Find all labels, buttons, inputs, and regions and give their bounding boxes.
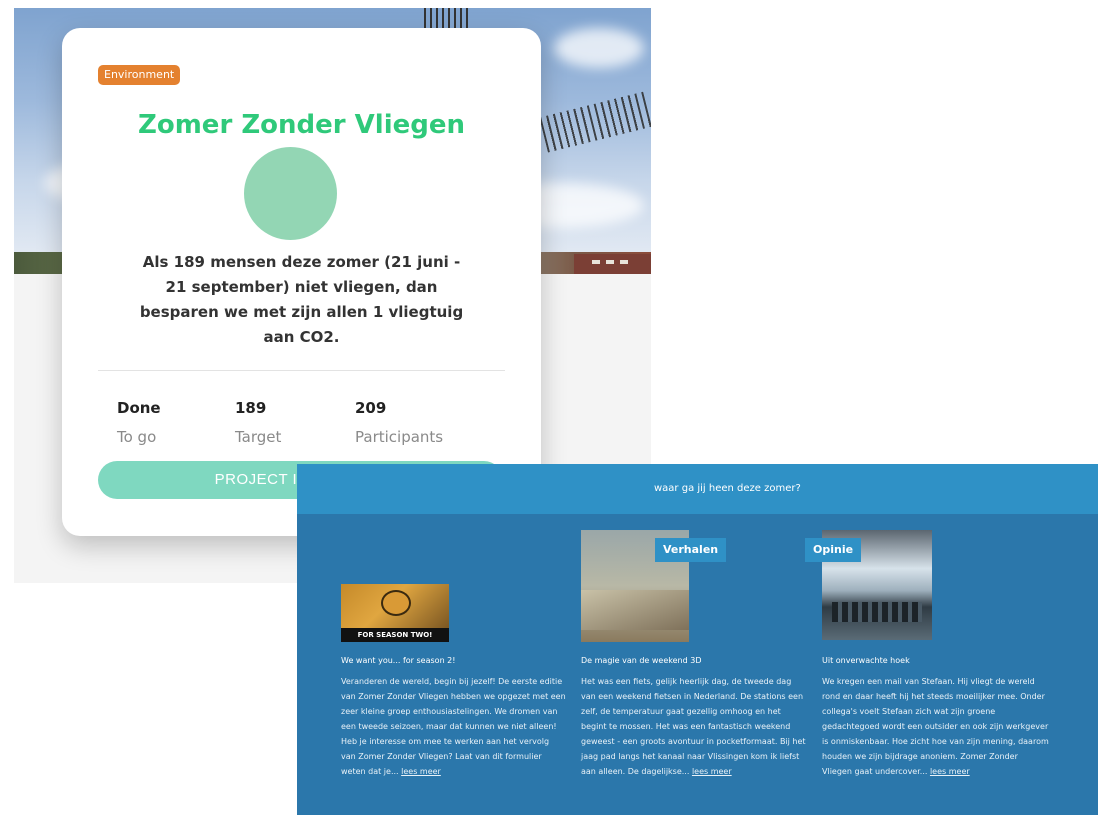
thumbnail-caption: FOR SEASON TWO! bbox=[341, 628, 449, 642]
project-description: Als 189 mensen deze zomer (21 juni - 21 … bbox=[139, 253, 464, 346]
stat-participants: 209 Participants bbox=[355, 398, 443, 447]
post-thumbnail[interactable]: FOR SEASON TWO! bbox=[341, 584, 449, 642]
blog-header-text: waar ga jij heen deze zomer? bbox=[654, 483, 801, 494]
read-more-link[interactable]: lees meer bbox=[692, 767, 732, 776]
card-divider bbox=[98, 370, 505, 371]
project-avatar bbox=[244, 147, 337, 240]
read-more-link[interactable]: lees meer bbox=[401, 767, 441, 776]
stat-label: Target bbox=[235, 428, 282, 446]
stat-value: 189 bbox=[235, 399, 267, 417]
windmill-icon bbox=[424, 8, 472, 28]
category-tag[interactable]: Environment bbox=[98, 65, 181, 85]
post-title[interactable]: Uit onverwachte hoek bbox=[822, 656, 910, 665]
category-label-opinie[interactable]: Opinie bbox=[805, 538, 862, 562]
project-card: Environment Zomer Zonder Vliegen Als 189… bbox=[62, 28, 541, 536]
blog-header-bar: waar ga jij heen deze zomer? bbox=[297, 464, 1098, 514]
stat-value: Done bbox=[117, 399, 161, 417]
cockpit-icon bbox=[832, 602, 922, 622]
stat-target: 189 Target bbox=[235, 398, 281, 447]
landscape-icon bbox=[581, 590, 689, 630]
cat-face-icon bbox=[381, 590, 411, 616]
stat-value: 209 bbox=[355, 399, 387, 417]
post-title[interactable]: We want you... for season 2! bbox=[341, 656, 455, 665]
stat-label: Participants bbox=[355, 428, 444, 446]
post-excerpt: Het was een fiets, gelijk heerlijk dag, … bbox=[581, 677, 806, 776]
post-excerpt: Veranderen de wereld, begin bij jezelf! … bbox=[341, 677, 566, 776]
post-title[interactable]: De magie van de weekend 3D bbox=[581, 656, 701, 665]
blog-section-screenshot: waar ga jij heen deze zomer? FOR SEASON … bbox=[297, 464, 1098, 815]
stat-label: To go bbox=[117, 428, 157, 446]
category-label-verhalen[interactable]: Verhalen bbox=[655, 538, 727, 562]
stat-to-go: Done To go bbox=[117, 398, 161, 447]
project-title: Zomer Zonder Vliegen bbox=[138, 110, 465, 140]
read-more-link[interactable]: lees meer bbox=[930, 767, 970, 776]
post-excerpt: We kregen een mail van Stefaan. Hij vlie… bbox=[822, 677, 1049, 776]
